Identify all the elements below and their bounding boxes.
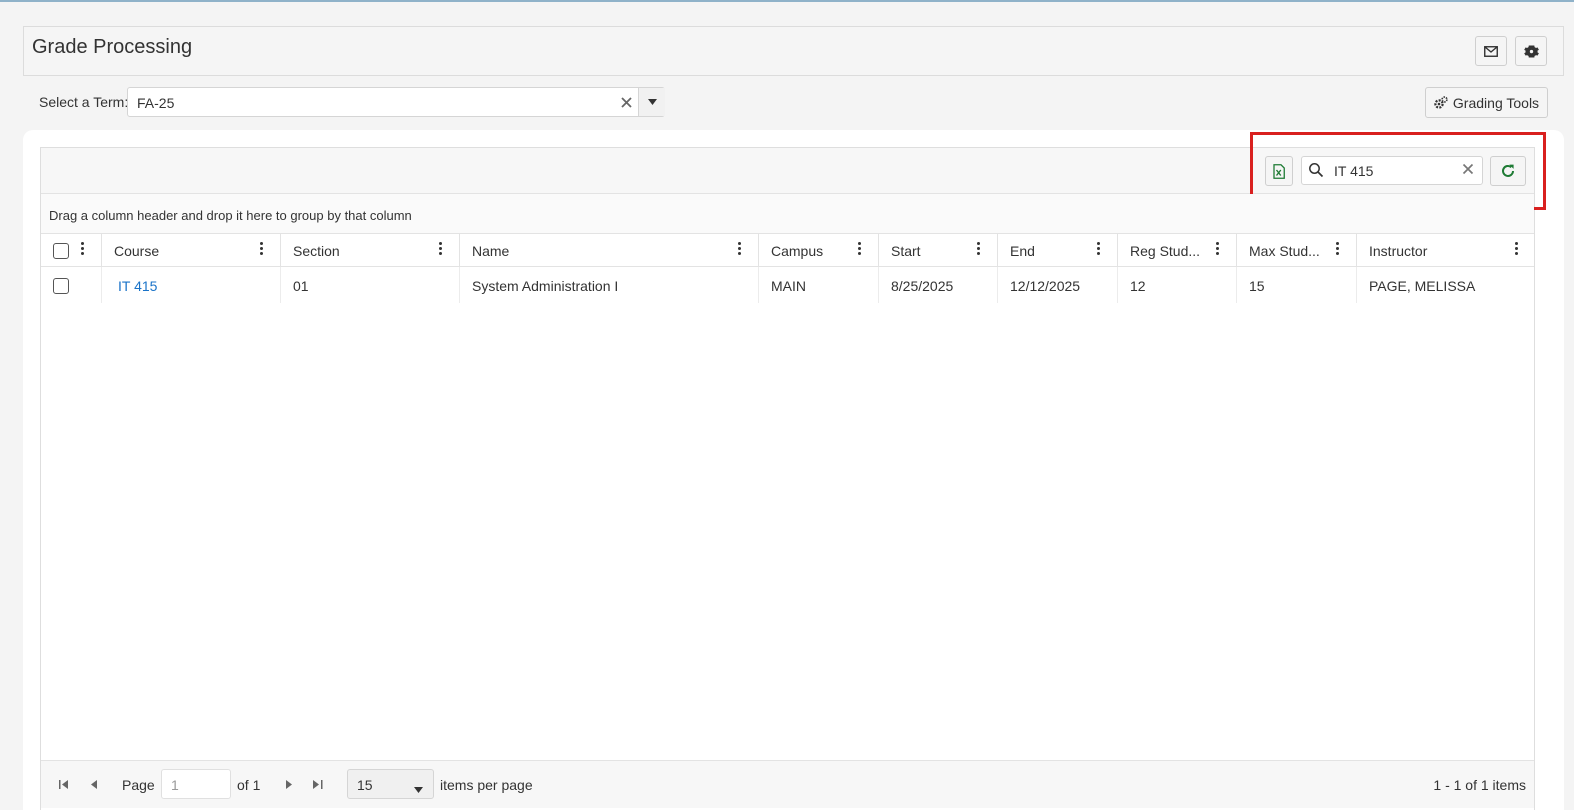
column-menu-icon[interactable]: [1515, 242, 1519, 258]
column-header-reg-students[interactable]: Reg Stud...: [1118, 234, 1237, 267]
column-header-max-students[interactable]: Max Stud...: [1237, 234, 1357, 267]
page-label: Page: [122, 777, 155, 793]
column-menu-icon[interactable]: [1097, 242, 1101, 258]
term-clear-icon[interactable]: [616, 92, 636, 112]
top-accent-line: [0, 0, 1574, 2]
last-page-icon[interactable]: [312, 778, 324, 790]
column-header-select: [41, 234, 102, 267]
column-header-campus[interactable]: Campus: [759, 234, 879, 267]
items-per-page-value: 15: [357, 777, 373, 793]
chevron-down-icon: [414, 780, 423, 796]
page-number-input[interactable]: 1: [161, 769, 231, 799]
term-value: FA-25: [137, 95, 175, 111]
column-menu-icon[interactable]: [738, 242, 742, 258]
cell-section: 01: [281, 267, 460, 303]
group-by-hint: Drag a column header and drop it here to…: [49, 208, 412, 223]
grading-tools-label: Grading Tools: [1452, 94, 1540, 111]
items-summary: 1 - 1 of 1 items: [1433, 777, 1526, 793]
items-per-page-label: items per page: [440, 777, 533, 793]
cell-end: 12/12/2025: [998, 267, 1118, 303]
column-menu-icon[interactable]: [439, 242, 443, 258]
mail-icon: [1484, 45, 1498, 57]
grading-tools-button[interactable]: Grading Tools: [1425, 87, 1548, 118]
cell-instructor: PAGE, MELISSA: [1369, 278, 1476, 294]
cell-campus: MAIN: [759, 267, 879, 303]
previous-page-icon[interactable]: [88, 778, 100, 790]
select-all-checkbox[interactable]: [53, 243, 69, 259]
cell-course: IT 415: [102, 267, 281, 303]
page-title: Grade Processing: [32, 36, 193, 58]
term-dropdown-icon[interactable]: [638, 88, 665, 116]
page-count: of 1: [237, 777, 261, 793]
column-menu-icon[interactable]: [260, 242, 264, 258]
sections-grid: IT 415 Drag a column header and drop it …: [40, 132, 1546, 810]
column-menu-icon[interactable]: [977, 242, 981, 258]
column-header-start[interactable]: Start: [879, 234, 998, 267]
grid-header: Course Section Name Campus Start End Reg…: [41, 234, 1534, 267]
settings-button[interactable]: [1515, 36, 1547, 66]
cell-reg-students: 12: [1118, 267, 1237, 303]
term-select[interactable]: FA-25: [127, 87, 665, 117]
column-menu-icon[interactable]: [858, 242, 862, 258]
next-page-icon[interactable]: [283, 778, 295, 790]
cell-max-students: 15: [1237, 267, 1357, 303]
column-header-instructor[interactable]: Instructor: [1357, 234, 1534, 267]
email-button[interactable]: [1475, 36, 1507, 66]
cell-start: 8/25/2025: [879, 267, 998, 303]
first-page-icon[interactable]: [58, 778, 70, 790]
column-header-name[interactable]: Name: [460, 234, 759, 267]
column-header-section[interactable]: Section: [281, 234, 460, 267]
items-per-page-select[interactable]: 15: [347, 769, 434, 799]
column-menu-icon[interactable]: [1216, 242, 1220, 258]
cell-name: System Administration I: [460, 267, 759, 303]
column-menu-icon[interactable]: [1336, 242, 1340, 258]
grid-toolbar: IT 415: [41, 132, 1546, 210]
row-checkbox[interactable]: [53, 278, 69, 294]
gears-icon: [1434, 96, 1448, 109]
course-link[interactable]: IT 415: [118, 278, 157, 294]
page-header: Grade Processing: [23, 26, 1564, 76]
column-header-end[interactable]: End: [998, 234, 1118, 267]
page-number-value: 1: [171, 777, 179, 793]
column-menu-icon[interactable]: [81, 242, 85, 258]
row-select-cell: [41, 267, 102, 303]
gear-icon: [1523, 45, 1539, 57]
grid-pager: Page 1 of 1 15 items per page 1 - 1 of 1…: [41, 760, 1534, 808]
term-label: Select a Term:: [39, 94, 129, 110]
table-row[interactable]: IT 415 01 System Administration I MAIN 8…: [41, 267, 1534, 303]
column-header-course[interactable]: Course: [102, 234, 281, 267]
group-by-panel[interactable]: Drag a column header and drop it here to…: [41, 194, 1534, 234]
